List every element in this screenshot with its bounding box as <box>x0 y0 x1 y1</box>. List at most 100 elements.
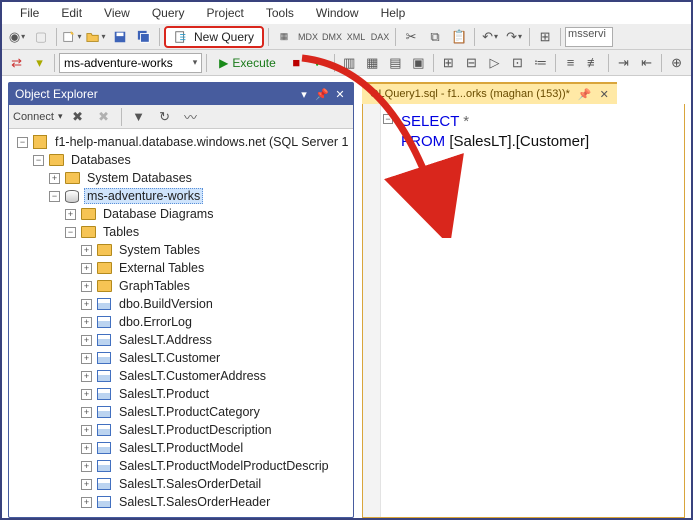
results-grid-button[interactable]: ▦ <box>362 52 383 74</box>
paste-button[interactable]: 📋 <box>448 26 470 48</box>
xe-button-1[interactable]: ▦ <box>273 26 295 48</box>
results-text-button[interactable]: ▤ <box>385 52 406 74</box>
refresh-button[interactable]: ↻ <box>154 106 176 128</box>
live-stats-button[interactable]: ⊟ <box>461 52 482 74</box>
expand-icon[interactable]: + <box>81 443 92 454</box>
tree-system-databases-node[interactable]: +System Databases <box>9 169 353 187</box>
filter-button[interactable]: ▼ <box>128 106 150 128</box>
tree-table-node[interactable]: +dbo.ErrorLog <box>9 313 353 331</box>
execute-button[interactable]: ▶ Execute <box>211 52 284 74</box>
copy-button[interactable]: ⧉ <box>424 26 446 48</box>
menu-tools[interactable]: Tools <box>256 4 304 22</box>
indent-button[interactable]: ⇥ <box>613 52 634 74</box>
new-query-button[interactable]: New Query <box>164 26 264 48</box>
close-icon[interactable]: ✕ <box>333 87 347 101</box>
plan-button[interactable]: ▥ <box>339 52 360 74</box>
object-explorer-tree[interactable]: −f1-help-manual.database.windows.net (SQ… <box>9 129 353 517</box>
expand-icon[interactable]: + <box>81 317 92 328</box>
window-position-icon[interactable]: ▾ <box>297 87 311 101</box>
change-conn-button[interactable]: ⇄ <box>6 52 27 74</box>
opt1-button[interactable]: ⊡ <box>507 52 528 74</box>
expand-icon[interactable]: + <box>81 479 92 490</box>
nav-back-button[interactable]: ◉▾ <box>6 26 28 48</box>
xe-button-5[interactable]: DAX <box>369 26 391 48</box>
redo-button[interactable]: ↷▾ <box>503 26 525 48</box>
tree-table-node[interactable]: +SalesLT.SalesOrderHeader <box>9 493 353 511</box>
xe-button-4[interactable]: XML <box>345 26 367 48</box>
expand-icon[interactable]: + <box>81 389 92 400</box>
expand-icon[interactable]: + <box>81 335 92 346</box>
nav-fwd-button[interactable]: ▢ <box>30 26 52 48</box>
expand-icon[interactable]: + <box>81 461 92 472</box>
comment-button[interactable]: ≡ <box>560 52 581 74</box>
expand-icon[interactable]: + <box>65 209 76 220</box>
pin-icon[interactable]: 📌 <box>315 87 329 101</box>
menu-window[interactable]: Window <box>306 4 369 22</box>
properties-button[interactable]: ⊞ <box>534 26 556 48</box>
collapse-icon[interactable]: − <box>33 155 44 166</box>
activity-icon[interactable]: 〰 <box>180 106 202 128</box>
expand-icon[interactable]: + <box>81 299 92 310</box>
tree-table-node[interactable]: +SalesLT.ProductModel <box>9 439 353 457</box>
expand-icon[interactable]: + <box>81 281 92 292</box>
xe-button-2[interactable]: MDX <box>297 26 319 48</box>
specify-values-button[interactable]: ⊕ <box>666 52 687 74</box>
tree-server-node[interactable]: −f1-help-manual.database.windows.net (SQ… <box>9 133 353 151</box>
menu-edit[interactable]: Edit <box>51 4 92 22</box>
stop-explore-button[interactable]: ✖ <box>93 106 115 128</box>
disconnect-button[interactable]: ✖ <box>67 106 89 128</box>
client-stats-button[interactable]: ▷ <box>484 52 505 74</box>
expand-icon[interactable]: + <box>81 407 92 418</box>
collapse-icon[interactable]: − <box>49 191 60 202</box>
menu-file[interactable]: File <box>10 4 49 22</box>
opt2-button[interactable]: ≔ <box>530 52 551 74</box>
collapse-icon[interactable]: − <box>65 227 76 238</box>
editor-tab[interactable]: QLQuery1.sql - f1...orks (maghan (153))*… <box>362 82 617 104</box>
outdent-button[interactable]: ⇤ <box>636 52 657 74</box>
sql-editor[interactable]: − SELECT * FROM [SalesLT].[Customer] <box>362 104 685 518</box>
parse-button[interactable]: ✓ <box>309 52 330 74</box>
open-button[interactable]: ▾ <box>85 26 107 48</box>
menu-view[interactable]: View <box>94 4 140 22</box>
expand-icon[interactable]: + <box>81 497 92 508</box>
expand-icon[interactable]: + <box>81 263 92 274</box>
expand-icon[interactable]: + <box>81 353 92 364</box>
tree-user-db-node[interactable]: −ms-adventure-works <box>9 187 353 205</box>
tree-table-node[interactable]: +SalesLT.SalesOrderDetail <box>9 475 353 493</box>
tree-system-tables-node[interactable]: +System Tables <box>9 241 353 259</box>
db-icon[interactable]: ▾ <box>29 52 50 74</box>
save-all-button[interactable] <box>133 26 155 48</box>
include-plan-button[interactable]: ⊞ <box>438 52 459 74</box>
menu-project[interactable]: Project <box>197 4 254 22</box>
database-selector[interactable]: ms-adventure-works ▾ <box>59 53 202 73</box>
tree-table-node[interactable]: +SalesLT.ProductDescription <box>9 421 353 439</box>
tree-table-node[interactable]: +SalesLT.Customer <box>9 349 353 367</box>
new-project-button[interactable]: ▾ <box>61 26 83 48</box>
expand-icon[interactable]: + <box>81 371 92 382</box>
quick-launch-input[interactable]: msservi <box>565 27 613 47</box>
cut-button[interactable]: ✂ <box>400 26 422 48</box>
tree-db-diagrams-node[interactable]: +Database Diagrams <box>9 205 353 223</box>
close-icon[interactable]: ✕ <box>600 88 609 101</box>
results-file-button[interactable]: ▣ <box>408 52 429 74</box>
tree-table-node[interactable]: +SalesLT.CustomerAddress <box>9 367 353 385</box>
outline-collapse-icon[interactable]: − <box>383 114 393 124</box>
pin-icon[interactable]: 📌 <box>578 88 592 101</box>
tree-tables-node[interactable]: −Tables <box>9 223 353 241</box>
connect-button[interactable]: Connect <box>13 111 54 123</box>
expand-icon[interactable]: + <box>49 173 60 184</box>
xe-button-3[interactable]: DMX <box>321 26 343 48</box>
tree-graph-tables-node[interactable]: +GraphTables <box>9 277 353 295</box>
tree-table-node[interactable]: +SalesLT.ProductModelProductDescrip <box>9 457 353 475</box>
uncomment-button[interactable]: ≢ <box>583 52 604 74</box>
tree-table-node[interactable]: +SalesLT.Product <box>9 385 353 403</box>
tree-external-tables-node[interactable]: +External Tables <box>9 259 353 277</box>
stop-button[interactable]: ■ <box>286 52 307 74</box>
expand-icon[interactable]: + <box>81 425 92 436</box>
expand-icon[interactable]: + <box>81 245 92 256</box>
undo-button[interactable]: ↶▾ <box>479 26 501 48</box>
tree-table-node[interactable]: +SalesLT.ProductCategory <box>9 403 353 421</box>
tree-databases-node[interactable]: −Databases <box>9 151 353 169</box>
tree-table-node[interactable]: +dbo.BuildVersion <box>9 295 353 313</box>
menu-query[interactable]: Query <box>142 4 195 22</box>
